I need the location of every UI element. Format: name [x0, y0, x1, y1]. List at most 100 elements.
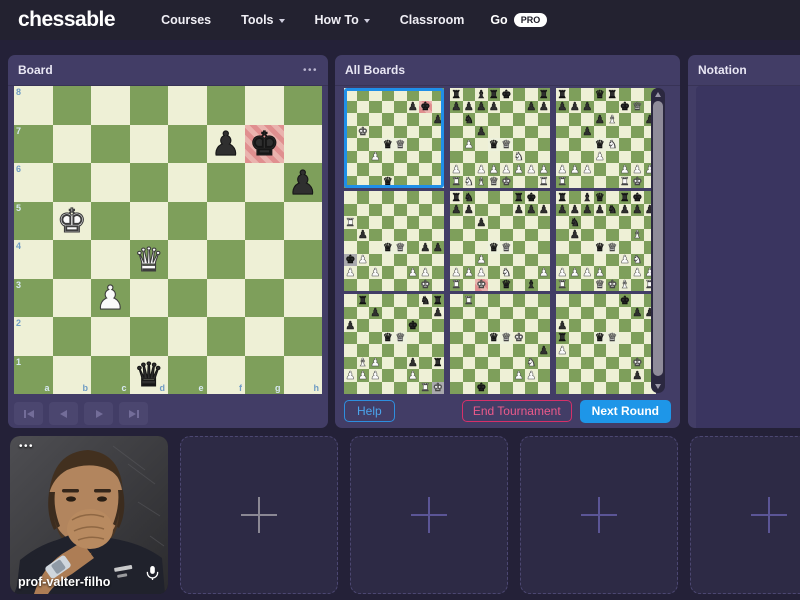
board-square[interactable]	[407, 344, 420, 357]
board-square[interactable]: ♝	[357, 357, 370, 370]
board-square[interactable]	[432, 101, 445, 114]
board-square[interactable]	[168, 279, 207, 318]
board-square[interactable]	[556, 357, 569, 370]
board-square[interactable]	[394, 113, 407, 126]
board-square[interactable]	[463, 307, 476, 320]
board-square[interactable]: ♟	[369, 307, 382, 320]
board-square[interactable]	[581, 357, 594, 370]
board-square[interactable]: ♞	[500, 266, 513, 279]
board-square[interactable]: ♜	[450, 279, 463, 292]
board-square[interactable]	[581, 113, 594, 126]
board-square[interactable]	[357, 344, 370, 357]
board-square[interactable]	[475, 241, 488, 254]
empty-video-slot-1[interactable]	[180, 436, 338, 594]
board-square[interactable]	[407, 294, 420, 307]
board-square[interactable]	[53, 163, 92, 202]
board-square[interactable]	[500, 357, 513, 370]
board-square[interactable]: ♛	[488, 176, 501, 189]
board-square[interactable]: ♟	[619, 254, 632, 267]
board-square[interactable]: ♝	[525, 279, 538, 292]
board-square[interactable]	[344, 151, 357, 164]
board-square[interactable]	[569, 382, 582, 395]
board-square[interactable]	[344, 344, 357, 357]
board-square[interactable]	[619, 216, 632, 229]
board-square[interactable]	[369, 382, 382, 395]
board-square[interactable]	[450, 216, 463, 229]
board-square[interactable]	[394, 279, 407, 292]
board-square[interactable]	[245, 240, 284, 279]
board-square[interactable]	[394, 369, 407, 382]
board-square[interactable]	[168, 240, 207, 279]
board-square[interactable]	[538, 307, 551, 320]
board-square[interactable]	[432, 266, 445, 279]
board-square[interactable]	[394, 307, 407, 320]
board-square[interactable]	[475, 344, 488, 357]
board-square[interactable]	[538, 151, 551, 164]
board-square[interactable]	[344, 88, 357, 101]
board-square[interactable]: ♜	[556, 279, 569, 292]
board-square[interactable]	[463, 229, 476, 242]
board-square[interactable]	[369, 332, 382, 345]
board-square[interactable]	[581, 344, 594, 357]
board-square[interactable]	[475, 332, 488, 345]
board-square[interactable]: ♜	[606, 88, 619, 101]
board-square[interactable]: g	[245, 356, 284, 395]
board-square[interactable]: ♟	[569, 101, 582, 114]
board-square[interactable]: ♚	[631, 176, 644, 189]
board-square[interactable]	[488, 151, 501, 164]
board-square[interactable]	[419, 319, 432, 332]
board-square[interactable]	[488, 216, 501, 229]
board-square[interactable]	[631, 151, 644, 164]
board-square[interactable]	[513, 279, 526, 292]
board-square[interactable]	[344, 294, 357, 307]
board-square[interactable]: ♟	[463, 101, 476, 114]
board-square[interactable]	[168, 163, 207, 202]
board-square[interactable]: ♟	[450, 204, 463, 217]
board-square[interactable]	[513, 113, 526, 126]
board-square[interactable]	[525, 176, 538, 189]
board-square[interactable]	[619, 307, 632, 320]
board-square[interactable]	[525, 88, 538, 101]
board-square[interactable]: ♟	[475, 163, 488, 176]
board-square[interactable]: ♜	[513, 191, 526, 204]
board-square[interactable]	[500, 151, 513, 164]
board-square[interactable]	[606, 101, 619, 114]
board-square[interactable]: ♝	[631, 229, 644, 242]
board-square[interactable]	[594, 163, 607, 176]
board-square[interactable]	[344, 126, 357, 139]
board-square[interactable]	[369, 254, 382, 267]
board-square[interactable]	[488, 266, 501, 279]
board-square[interactable]: ♚	[357, 126, 370, 139]
board-square[interactable]	[488, 191, 501, 204]
board-square[interactable]	[594, 319, 607, 332]
board-square[interactable]	[357, 319, 370, 332]
board-square[interactable]: ♟	[463, 138, 476, 151]
board-square[interactable]	[581, 307, 594, 320]
board-square[interactable]	[556, 307, 569, 320]
board-square[interactable]	[407, 229, 420, 242]
board-square[interactable]: 2	[14, 317, 53, 356]
board-square[interactable]	[606, 229, 619, 242]
scroll-up-icon[interactable]	[655, 92, 661, 97]
board-square[interactable]	[91, 202, 130, 241]
board-square[interactable]	[450, 241, 463, 254]
board-square[interactable]	[475, 307, 488, 320]
board-square[interactable]	[463, 344, 476, 357]
board-square[interactable]: ♚	[606, 279, 619, 292]
board-square[interactable]	[606, 126, 619, 139]
board-square[interactable]	[394, 254, 407, 267]
board-square[interactable]	[525, 229, 538, 242]
board-square[interactable]	[382, 126, 395, 139]
board-square[interactable]: ♛	[606, 332, 619, 345]
board-square[interactable]	[450, 307, 463, 320]
board-square[interactable]	[91, 86, 130, 125]
board-square[interactable]: ♛	[394, 332, 407, 345]
board-square[interactable]	[245, 317, 284, 356]
board-square[interactable]	[594, 254, 607, 267]
board-square[interactable]	[463, 382, 476, 395]
board-square[interactable]: ♞	[525, 357, 538, 370]
board-square[interactable]	[488, 254, 501, 267]
board-square[interactable]	[581, 382, 594, 395]
board-square[interactable]	[394, 151, 407, 164]
board-square[interactable]	[382, 254, 395, 267]
